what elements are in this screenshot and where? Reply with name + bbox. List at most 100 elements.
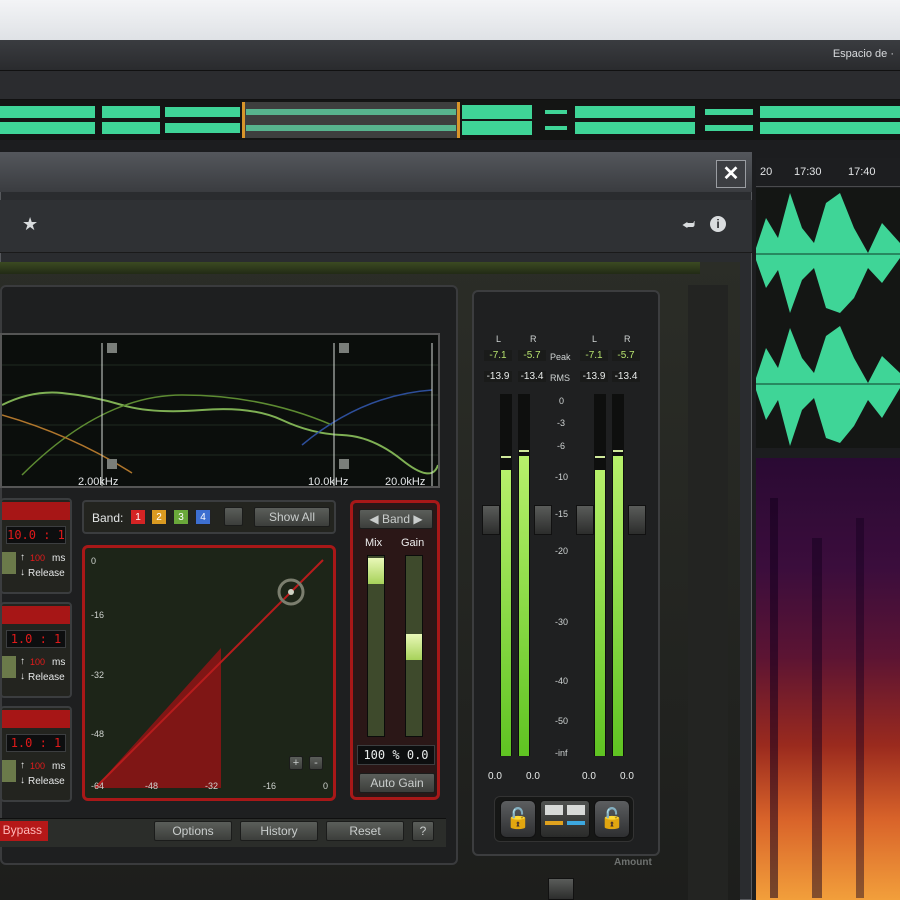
band-2-button[interactable]: 2 [151,509,167,525]
band-link-button[interactable] [224,507,243,526]
lock-icon[interactable]: 🔓 [500,800,536,838]
curve-x-label: -48 [145,781,159,791]
release-label: Release [28,776,65,787]
zoom-in-button[interactable]: + [289,756,303,770]
help-button[interactable]: ? [412,821,434,841]
level-meter-fill [519,456,529,756]
crossover-handle[interactable] [107,459,117,469]
meter-scale-label: -20 [555,546,569,556]
pin-icon[interactable]: ⮨ [682,216,695,233]
band-1-button[interactable]: 1 [130,509,146,525]
meter-scale-label: -50 [555,716,569,726]
band-controls-panel: 1.0 : 1 ↑ 100 ms ↓ Release [0,602,72,698]
release-value[interactable]: 100 [30,657,45,667]
band-prev-icon[interactable]: ◀ [369,512,378,526]
meter-bottom-value: 0.0 [488,771,502,782]
ratio-display[interactable]: 1.0 : 1 [6,734,66,752]
options-button[interactable]: Options [154,821,232,841]
gain-label: Gain [401,537,425,549]
meter-channel-label: R [530,334,537,344]
band-3-button[interactable]: 3 [173,509,189,525]
link-icon [567,805,585,815]
band-nav[interactable]: ◀ Band ▶ [359,509,433,529]
selection-region[interactable] [242,102,460,138]
mix-slider[interactable] [367,555,385,737]
timeline-ruler[interactable]: 20 17:30 17:40 [756,158,900,187]
meter-fader-handle[interactable] [482,505,500,535]
gain-slider[interactable] [405,555,423,737]
browser-top-bar [0,0,900,41]
lock-icon[interactable]: 🔓 [594,800,630,838]
auto-gain-button[interactable]: Auto Gain [359,773,435,793]
spectrum-display[interactable] [0,333,440,488]
ratio-display[interactable]: 1.0 : 1 [6,630,66,648]
workspace-label[interactable]: Espacio de · [833,48,894,60]
release-value[interactable]: 100 [30,761,45,771]
release-unit: ms [52,553,66,564]
show-all-button[interactable]: Show All [254,507,330,527]
level-meter-fill [613,456,623,756]
release-label: Release [28,568,65,579]
spectrum-graphic [1,343,439,486]
freq-label: 10.0kHz [308,476,349,488]
link-indicator-orange [545,821,563,825]
output-panel: ◀ Band ▶ Mix Gain 100 % 0.0 Auto Gain [350,500,440,800]
mix-unit: % [392,748,400,762]
curve-x-label: -16 [263,781,277,791]
band-curve [21,394,333,476]
release-unit: ms [52,761,66,772]
meter-scale-label: -30 [555,617,569,627]
band-4-button[interactable]: 4 [195,509,211,525]
amount-label: Amount [614,857,652,868]
band-label: Band: [92,511,124,525]
band-next-icon[interactable]: ▶ [413,512,422,526]
close-button[interactable]: ✕ [716,160,746,188]
zoom-out-button[interactable]: - [309,756,323,770]
compression-curve-panel[interactable]: 0 -16 -32 -48 -64 -48 -32 -16 0 + - [82,545,336,801]
plugin-titlebar[interactable] [0,152,752,334]
ratio-display[interactable]: 10.0 : 1 [6,526,66,544]
meter-scale-label: -3 [557,418,566,428]
app-header: Espacio de · [0,40,900,70]
peak-value: -5.7 [612,350,640,361]
rms-label: RMS [550,373,570,383]
rms-value: -13.4 [612,371,640,382]
history-button[interactable]: History [240,821,318,841]
release-arrow-up: ↑ [20,552,25,563]
link-channels-button[interactable] [540,800,590,838]
info-icon[interactable]: i [710,216,726,232]
release-slider-knob[interactable] [2,760,16,782]
crossover-handle[interactable] [339,343,349,353]
reset-button[interactable]: Reset [326,821,404,841]
amount-slider-knob[interactable] [548,878,574,900]
release-slider-knob[interactable] [2,552,16,574]
app-toolbar-strip [0,70,900,100]
release-label: Release [28,672,65,683]
peak-value: -7.1 [484,350,512,361]
spectrogram-view[interactable] [756,458,900,900]
curve-y-label: -64 [91,781,105,791]
band-nav-label: Band [381,512,411,526]
meter-fader-handle[interactable] [628,505,646,535]
waveform-view[interactable] [756,188,900,448]
level-meter [612,394,624,756]
mix-gain-readout[interactable]: 100 % 0.0 [357,745,435,765]
mix-slider-knob[interactable] [368,558,384,584]
freq-label: 2.00kHz [78,476,119,488]
meter-scale-label: 0 [559,396,565,406]
threshold-knob-center [288,589,294,595]
star-icon[interactable]: ★ [22,214,38,235]
spectrum-curve [1,391,439,475]
gain-slider-knob[interactable] [406,634,422,660]
peak-hold [613,450,623,452]
release-value[interactable]: 100 [30,553,45,563]
meter-fader-handle[interactable] [576,505,594,535]
peak-hold [519,450,529,452]
crossover-handle[interactable] [107,343,117,353]
meter-fader-handle[interactable] [534,505,552,535]
crossover-handle[interactable] [339,459,349,469]
meter-scale-label: -6 [557,441,566,451]
release-slider-knob[interactable] [2,656,16,678]
bypass-button[interactable]: Bypass [0,821,48,841]
level-meter [594,394,606,756]
